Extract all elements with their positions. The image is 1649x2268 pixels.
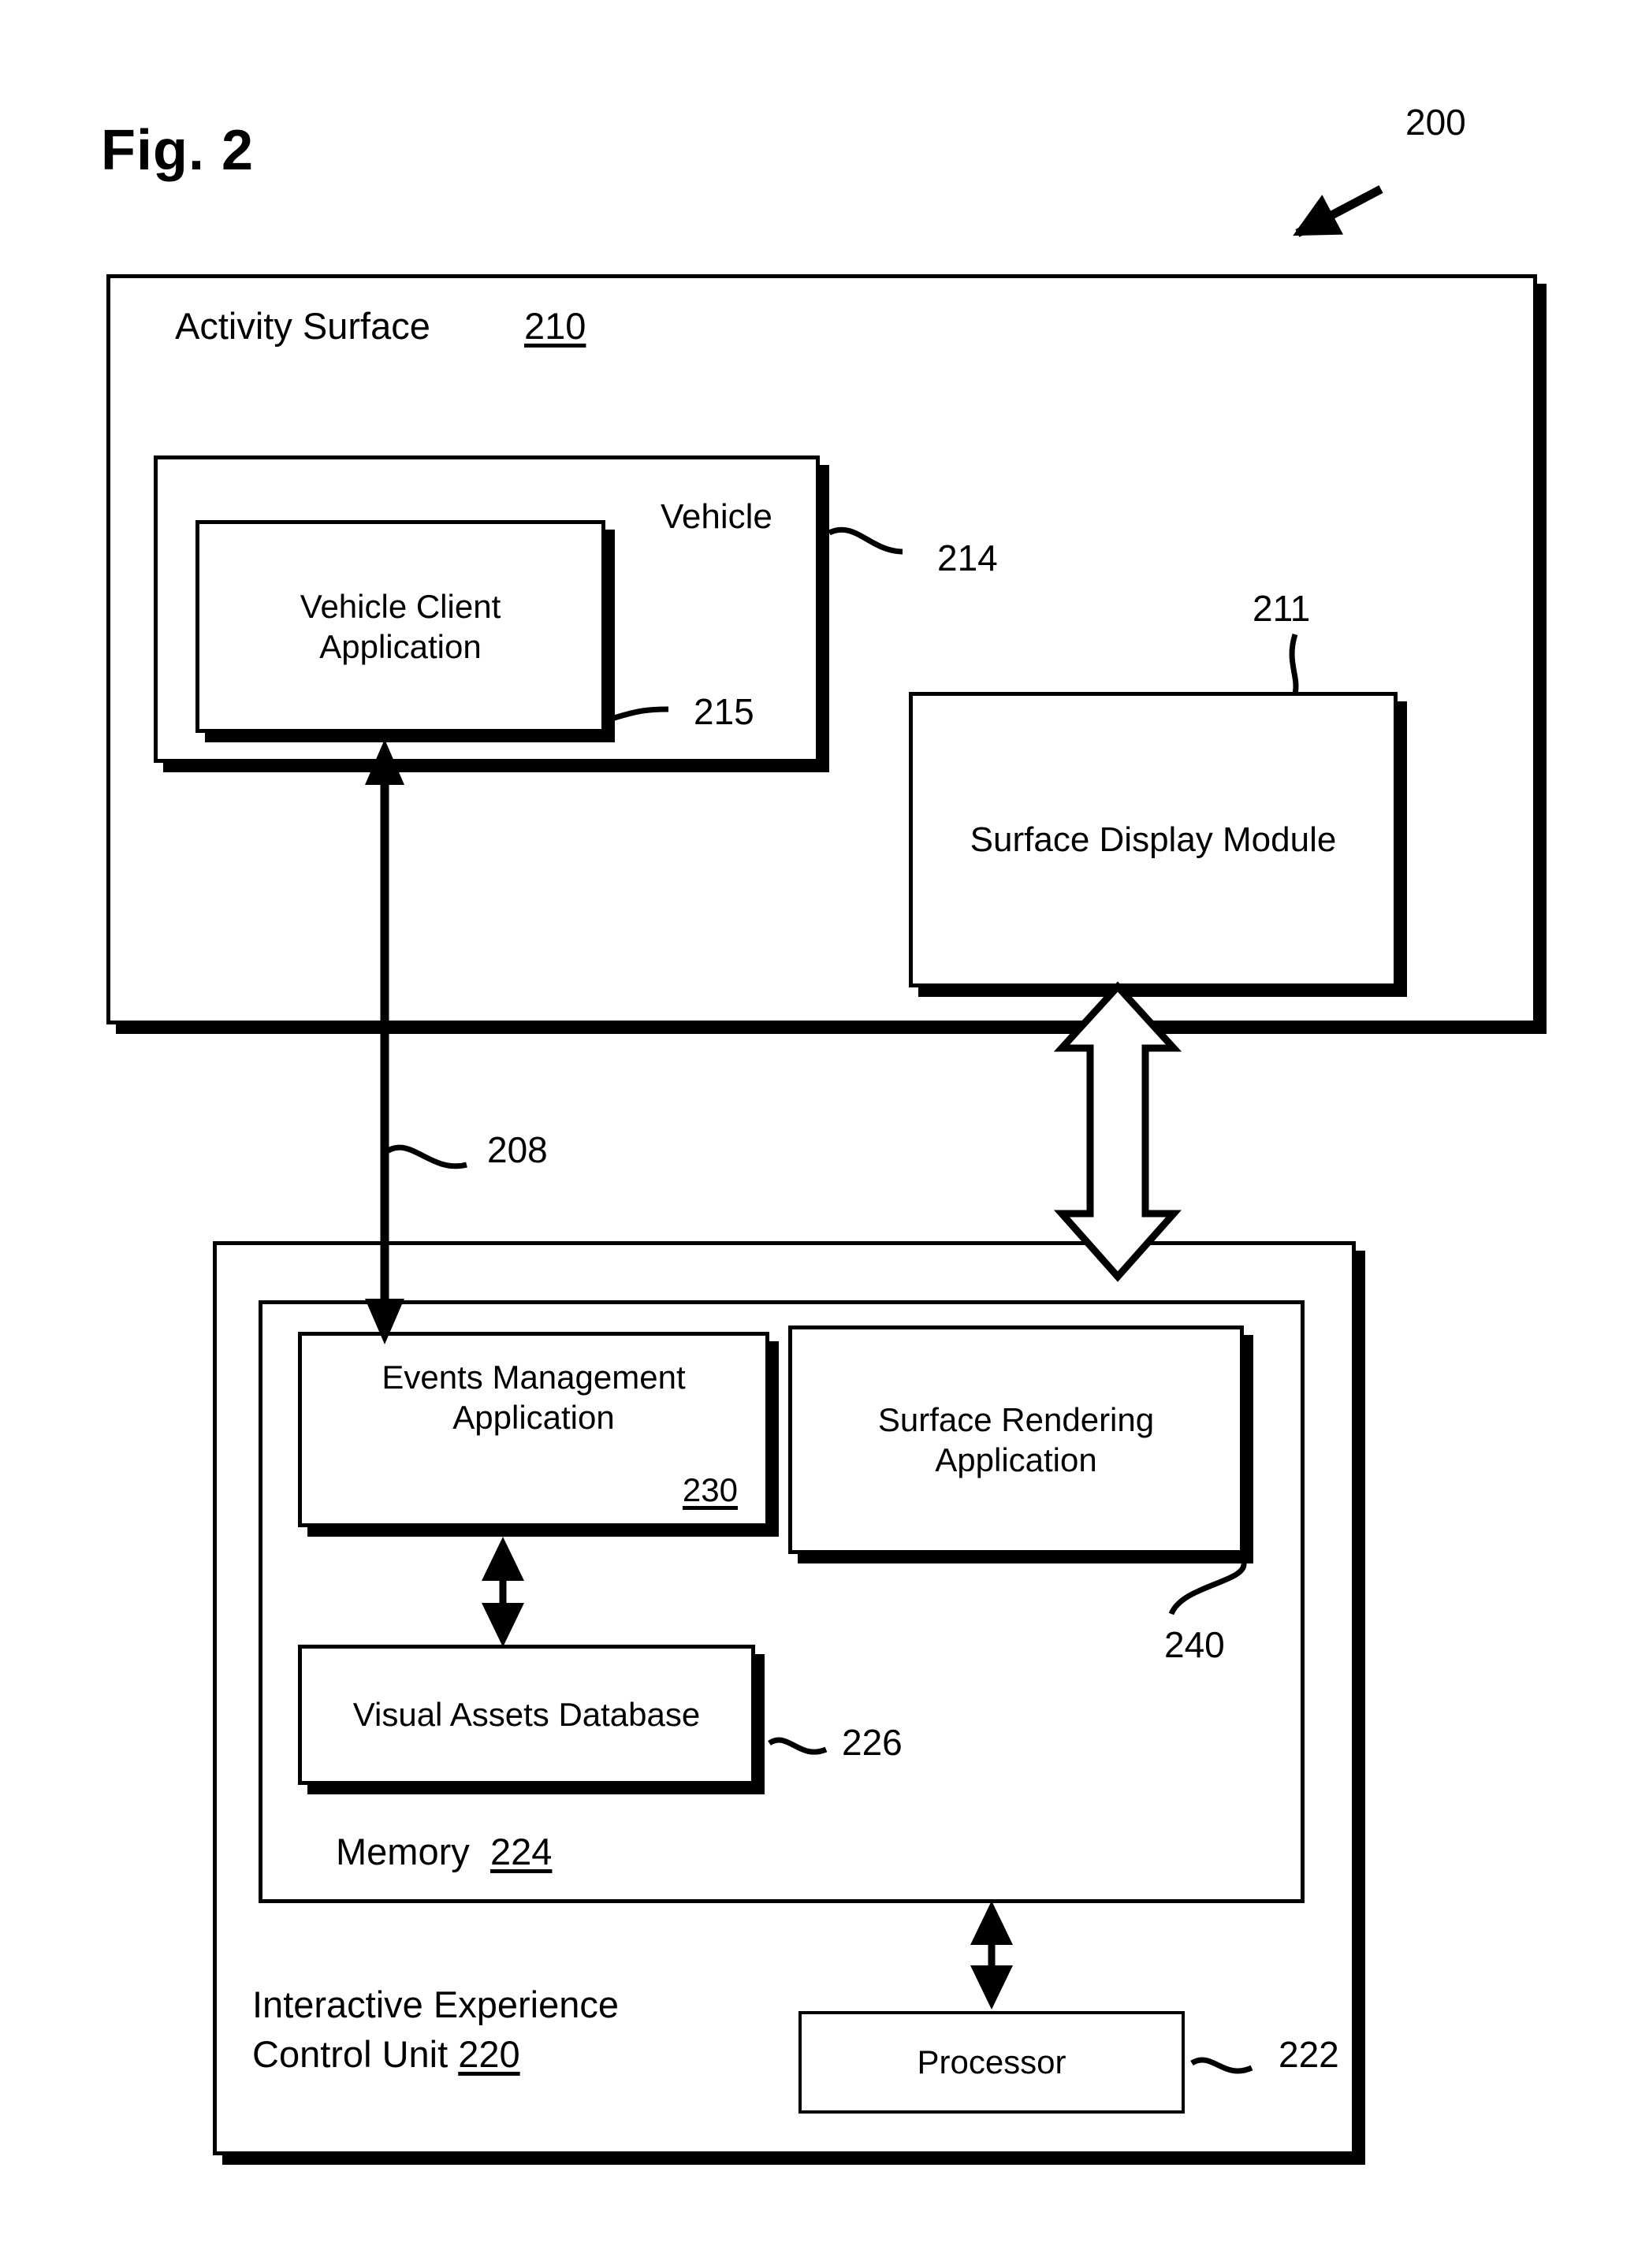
leader-208 <box>382 1144 467 1169</box>
reference-208: 208 <box>487 1129 548 1170</box>
figure-title: Fig. 2 <box>101 119 255 182</box>
reference-222: 222 <box>1279 2034 1339 2075</box>
control-unit-ref: 220 <box>458 2033 520 2076</box>
events-management-application-ref: 230 <box>682 1470 738 1508</box>
activity-surface-label: Activity Surface <box>175 305 430 347</box>
surface-rendering-application-box: Surface Rendering Application <box>788 1325 1253 1563</box>
activity-surface-ref: 210 <box>524 305 586 347</box>
vehicle-client-application-box: Vehicle Client Application <box>195 520 615 742</box>
reference-200: 200 <box>1405 102 1466 143</box>
vehicle-client-application-face <box>195 520 605 733</box>
surface-rendering-application-face <box>788 1325 1244 1554</box>
visual-assets-database-face <box>298 1645 755 1785</box>
memory-ref: 224 <box>490 1831 553 1872</box>
reference-214: 214 <box>937 537 998 578</box>
reference-215: 215 <box>694 691 754 732</box>
processor-box: Processor <box>798 2011 1185 2114</box>
vehicle-label: Vehicle <box>661 497 772 536</box>
reference-211: 211 <box>1253 588 1311 629</box>
reference-226: 226 <box>842 1722 903 1763</box>
visual-assets-database-box: Visual Assets Database <box>298 1645 765 1794</box>
control-unit-label-line2: Control Unit <box>252 2033 449 2076</box>
surface-display-module-box: Surface Display Module <box>909 692 1407 997</box>
patent-figure-sheet: Fig. 2 200 Activity Surface 210 Vehicle … <box>0 0 1649 2268</box>
processor-face <box>798 2011 1185 2114</box>
surface-display-module-face <box>909 692 1398 987</box>
events-management-application-box: Events Management Application 230 <box>298 1332 779 1537</box>
control-unit-label: Interactive Experience Control Unit 220 <box>252 1980 741 2080</box>
memory-label: Memory <box>336 1831 470 1872</box>
reference-240: 240 <box>1164 1624 1225 1665</box>
control-unit-label-line1: Interactive Experience <box>252 1984 620 2025</box>
system-ref-arrow-200 <box>1293 185 1383 237</box>
